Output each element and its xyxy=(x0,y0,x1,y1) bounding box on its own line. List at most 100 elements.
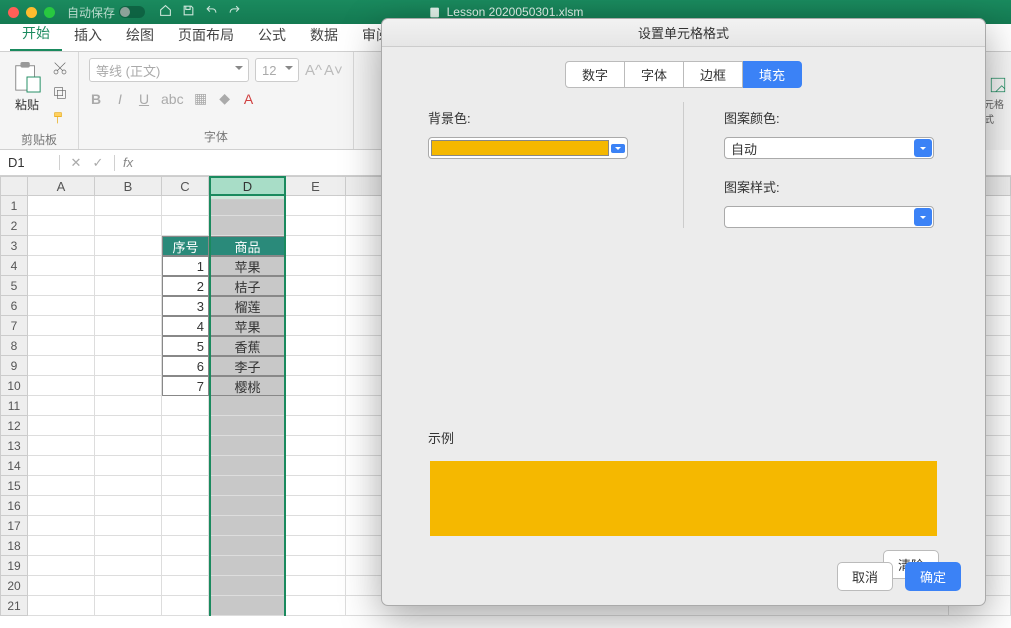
cell[interactable] xyxy=(28,316,95,336)
font-color-icon[interactable]: A xyxy=(242,91,256,107)
col-header-C[interactable]: C xyxy=(162,176,209,196)
cell[interactable] xyxy=(286,316,346,336)
row-header[interactable]: 14 xyxy=(0,456,28,476)
row-header[interactable]: 8 xyxy=(0,336,28,356)
italic-button[interactable]: I xyxy=(113,91,127,107)
cell[interactable] xyxy=(162,456,209,476)
pattern-color-select[interactable]: 自动 xyxy=(724,137,934,159)
dialog-tab-0[interactable]: 数字 xyxy=(565,61,625,88)
cell[interactable] xyxy=(286,376,346,396)
cell[interactable] xyxy=(95,216,162,236)
row-header[interactable]: 6 xyxy=(0,296,28,316)
cell[interactable] xyxy=(286,296,346,316)
cell[interactable] xyxy=(286,576,346,596)
cell[interactable] xyxy=(209,516,286,536)
cell[interactable]: 榴莲 xyxy=(209,296,286,316)
cell[interactable] xyxy=(95,456,162,476)
cell[interactable]: 苹果 xyxy=(209,316,286,336)
cell[interactable]: 3 xyxy=(162,296,209,316)
cell[interactable] xyxy=(28,256,95,276)
col-header-A[interactable]: A xyxy=(28,176,95,196)
save-icon[interactable] xyxy=(182,4,195,20)
zoom-window[interactable] xyxy=(44,7,55,18)
ribbon-tab-3[interactable]: 页面布局 xyxy=(166,19,246,51)
minimize-window[interactable] xyxy=(26,7,37,18)
cell[interactable]: 樱桃 xyxy=(209,376,286,396)
cell[interactable] xyxy=(95,336,162,356)
copy-icon[interactable] xyxy=(52,85,68,104)
cell[interactable] xyxy=(28,276,95,296)
cell[interactable] xyxy=(95,316,162,336)
cell[interactable] xyxy=(95,436,162,456)
cell[interactable] xyxy=(28,556,95,576)
name-box[interactable]: D1 xyxy=(0,155,60,170)
cell[interactable] xyxy=(28,596,95,616)
cell[interactable] xyxy=(286,496,346,516)
cell[interactable] xyxy=(286,216,346,236)
cell[interactable] xyxy=(28,416,95,436)
cell[interactable] xyxy=(95,496,162,516)
cell[interactable] xyxy=(28,476,95,496)
cell[interactable] xyxy=(28,196,95,216)
cell[interactable] xyxy=(209,576,286,596)
row-header[interactable]: 9 xyxy=(0,356,28,376)
cell[interactable] xyxy=(209,536,286,556)
cell[interactable] xyxy=(209,216,286,236)
redo-icon[interactable] xyxy=(228,4,241,20)
cell[interactable] xyxy=(162,436,209,456)
cell[interactable] xyxy=(286,416,346,436)
border-icon[interactable]: ▦ xyxy=(194,90,208,107)
cell[interactable]: 6 xyxy=(162,356,209,376)
cell[interactable] xyxy=(286,436,346,456)
cell[interactable] xyxy=(286,276,346,296)
cell[interactable] xyxy=(286,236,346,256)
row-header[interactable]: 12 xyxy=(0,416,28,436)
cell[interactable] xyxy=(95,376,162,396)
cell[interactable] xyxy=(95,536,162,556)
cell[interactable]: 5 xyxy=(162,336,209,356)
row-header[interactable]: 13 xyxy=(0,436,28,456)
row-header[interactable]: 3 xyxy=(0,236,28,256)
cell[interactable] xyxy=(286,516,346,536)
cell[interactable] xyxy=(95,556,162,576)
cell[interactable] xyxy=(28,356,95,376)
cell[interactable] xyxy=(28,516,95,536)
cell[interactable]: 1 xyxy=(162,256,209,276)
cell[interactable] xyxy=(209,556,286,576)
col-header-D[interactable] xyxy=(209,176,286,200)
cell[interactable] xyxy=(95,576,162,596)
ok-button[interactable]: 确定 xyxy=(905,562,961,591)
ribbon-tab-0[interactable]: 开始 xyxy=(10,17,62,51)
cell[interactable] xyxy=(286,536,346,556)
row-header[interactable]: 5 xyxy=(0,276,28,296)
row-header[interactable]: 4 xyxy=(0,256,28,276)
cell[interactable] xyxy=(28,536,95,556)
cell[interactable] xyxy=(95,416,162,436)
row-header[interactable]: 20 xyxy=(0,576,28,596)
grow-font-icon[interactable]: A^ xyxy=(305,62,322,79)
cell[interactable] xyxy=(162,556,209,576)
cell[interactable] xyxy=(286,476,346,496)
row-header[interactable]: 2 xyxy=(0,216,28,236)
dialog-tab-2[interactable]: 边框 xyxy=(684,61,743,88)
cell[interactable] xyxy=(95,256,162,276)
shrink-font-icon[interactable]: A˅ xyxy=(324,62,343,79)
cell[interactable] xyxy=(162,396,209,416)
bold-button[interactable]: B xyxy=(89,91,103,107)
cell[interactable]: 香蕉 xyxy=(209,336,286,356)
row-header[interactable]: 10 xyxy=(0,376,28,396)
pattern-style-select[interactable] xyxy=(724,206,934,228)
autosave-toggle[interactable] xyxy=(119,6,145,18)
ribbon-tab-2[interactable]: 绘图 xyxy=(114,19,166,51)
cancel-button[interactable]: 取消 xyxy=(837,562,893,591)
cell[interactable]: 苹果 xyxy=(209,256,286,276)
cancel-formula-icon[interactable]: ✕ xyxy=(68,155,84,171)
cell[interactable] xyxy=(95,596,162,616)
ribbon-tab-1[interactable]: 插入 xyxy=(62,19,114,51)
dialog-tab-1[interactable]: 字体 xyxy=(625,61,684,88)
cell[interactable] xyxy=(286,596,346,616)
cell[interactable] xyxy=(28,336,95,356)
cell-format-button[interactable]: 元格式 xyxy=(983,52,1011,150)
cell[interactable] xyxy=(209,596,286,616)
cell[interactable] xyxy=(286,256,346,276)
